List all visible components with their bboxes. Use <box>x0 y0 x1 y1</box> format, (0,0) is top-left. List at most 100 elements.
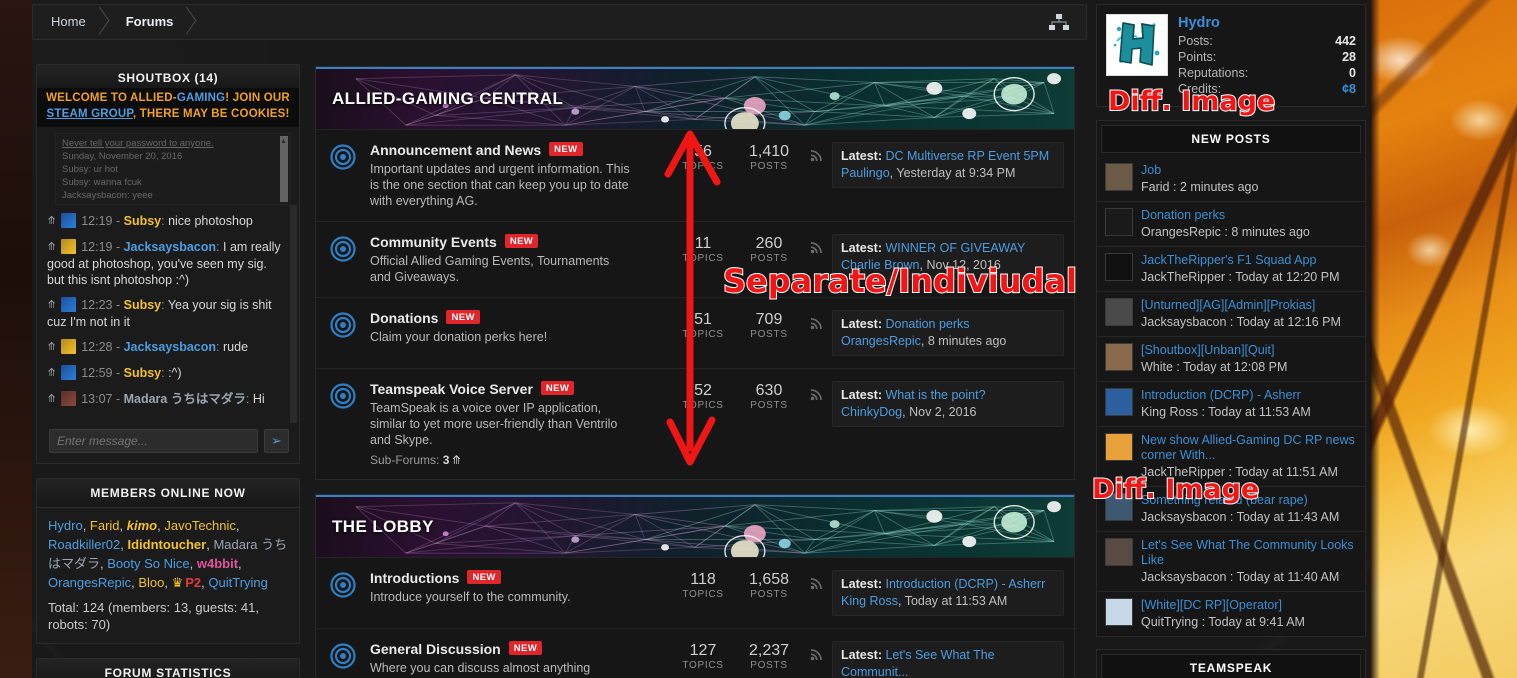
member-online-link[interactable]: Roadkiller02 <box>48 537 120 552</box>
shoutbox-username[interactable]: Subsy <box>124 298 162 312</box>
chevron-down-icon[interactable]: ⤊ <box>47 365 56 381</box>
forum-row[interactable]: IntroductionsNEWIntroduce yourself to th… <box>316 557 1074 628</box>
forum-row[interactable]: General DiscussionNEWWhere you can discu… <box>316 628 1074 678</box>
member-online-link[interactable]: JavoTechnic <box>164 518 236 533</box>
new-post-title-link[interactable]: Donation perks <box>1141 208 1357 223</box>
new-post-item[interactable]: [Shoutbox][Unban][Quit]White : Today at … <box>1097 336 1365 381</box>
forum-rss-button[interactable] <box>802 310 832 333</box>
member-online-link[interactable]: Ididntoucher <box>128 537 207 552</box>
member-online-link[interactable]: Booty So Nice <box>107 556 189 571</box>
new-post-item[interactable]: Donation perksOrangesRepic : 8 minutes a… <box>1097 201 1365 246</box>
profile-credits-value[interactable]: ¢8 <box>1342 81 1356 97</box>
new-post-item[interactable]: Let's See What The Community Looks LikeJ… <box>1097 531 1365 591</box>
latest-thread-link[interactable]: DC Multiverse RP Event 5PM <box>885 149 1049 163</box>
member-online-link[interactable]: OrangesRepic <box>48 575 131 590</box>
new-post-avatar[interactable] <box>1105 208 1133 236</box>
forum-rss-button[interactable] <box>802 381 832 404</box>
sitemap-icon[interactable] <box>1048 13 1070 33</box>
shoutbox-avatar[interactable] <box>61 213 76 228</box>
new-post-avatar[interactable] <box>1105 493 1133 521</box>
shoutbox-username[interactable]: Subsy <box>124 214 162 228</box>
latest-thread-link[interactable]: Donation perks <box>885 317 969 331</box>
member-online-link[interactable]: QuitTrying <box>208 575 267 590</box>
forum-title-link[interactable]: General Discussion <box>370 641 501 657</box>
new-post-avatar[interactable] <box>1105 343 1133 371</box>
shoutbox-avatar[interactable] <box>61 365 76 380</box>
shoutbox-username[interactable]: Madara うちはマダラ <box>124 392 246 406</box>
new-post-item[interactable]: JobFarid : 2 minutes ago <box>1097 157 1365 201</box>
chevron-down-icon[interactable]: ⤊ <box>47 239 56 255</box>
latest-thread-link[interactable]: What is the point? <box>885 388 985 402</box>
shoutbox-avatar[interactable] <box>61 239 76 254</box>
forum-title-link[interactable]: Introductions <box>370 570 459 586</box>
forum-row[interactable]: DonationsNEWClaim your donation perks he… <box>316 297 1074 368</box>
forum-subforums[interactable]: Sub-Forums: 3⤊ <box>370 453 664 467</box>
latest-author-link[interactable]: Charlie Brown <box>841 258 920 272</box>
latest-thread-link[interactable]: WINNER OF GIVEAWAY <box>885 241 1025 255</box>
shoutbox-avatar[interactable] <box>61 297 76 312</box>
new-post-title-link[interactable]: [Shoutbox][Unban][Quit] <box>1141 343 1357 358</box>
latest-author-link[interactable]: Paulingo <box>841 166 890 180</box>
chevron-down-icon[interactable]: ⤊ <box>451 453 461 467</box>
nav-item-home[interactable]: Home <box>33 5 108 39</box>
forum-title-link[interactable]: Announcement and News <box>370 142 541 158</box>
chevron-down-icon[interactable]: ⤊ <box>47 213 56 229</box>
chevron-down-icon[interactable]: ⤊ <box>47 339 56 355</box>
latest-thread-link[interactable]: Introduction (DCRP) - Asherr <box>885 577 1045 591</box>
new-post-title-link[interactable]: Introduction (DCRP) - Asherr <box>1141 388 1357 403</box>
forum-row[interactable]: Announcement and NewsNEWImportant update… <box>316 129 1074 221</box>
latest-author-link[interactable]: OrangesRepic <box>841 334 921 348</box>
latest-author-link[interactable]: ChinkyDog <box>841 405 902 419</box>
new-post-title-link[interactable]: [Unturned][AG][Admin][Prokias] <box>1141 298 1357 313</box>
new-post-item[interactable]: Something related (bear rape)Jacksaysbac… <box>1097 486 1365 531</box>
shoutbox-message-input[interactable] <box>49 429 258 453</box>
forum-rss-button[interactable] <box>802 234 832 257</box>
forum-title-link[interactable]: Community Events <box>370 234 497 250</box>
new-post-avatar[interactable] <box>1105 163 1133 191</box>
shoutbox-avatar[interactable] <box>61 391 76 406</box>
shoutbox-send-button[interactable]: ➢ <box>264 429 289 453</box>
member-online-link[interactable]: Hydro <box>48 518 83 533</box>
shoutbox-username[interactable]: Jacksaysbacon <box>124 340 216 354</box>
new-post-title-link[interactable]: Let's See What The Community Looks Like <box>1141 538 1357 568</box>
new-post-item[interactable]: Introduction (DCRP) - AsherrKing Ross : … <box>1097 381 1365 426</box>
new-post-avatar[interactable] <box>1105 388 1133 416</box>
new-post-avatar[interactable] <box>1105 253 1133 281</box>
shoutbox-username[interactable]: Subsy <box>124 366 162 380</box>
chevron-down-icon[interactable]: ⤊ <box>47 391 56 407</box>
member-online-link[interactable]: Farid <box>90 518 120 533</box>
shoutbox-username[interactable]: Jacksaysbacon <box>124 240 216 254</box>
new-post-title-link[interactable]: [White][DC RP][Operator] <box>1141 598 1357 613</box>
shoutbox-scrollbar[interactable] <box>290 205 297 423</box>
avatar[interactable] <box>1106 14 1168 76</box>
forum-rss-button[interactable] <box>802 142 832 165</box>
new-post-title-link[interactable]: Something related (bear rape) <box>1141 493 1357 508</box>
new-post-avatar[interactable] <box>1105 538 1133 566</box>
member-online-link[interactable]: kimo <box>127 518 157 533</box>
new-post-title-link[interactable]: Job <box>1141 163 1357 178</box>
new-post-item[interactable]: New show Allied-Gaming DC RP news corner… <box>1097 426 1365 486</box>
member-online-link[interactable]: P2 <box>185 575 201 590</box>
chevron-down-icon[interactable]: ⤊ <box>47 297 56 313</box>
new-post-item[interactable]: [White][DC RP][Operator]QuitTrying : Tod… <box>1097 591 1365 636</box>
nav-item-forums[interactable]: Forums <box>108 5 196 39</box>
profile-username[interactable]: Hydro <box>1178 15 1356 31</box>
new-post-avatar[interactable] <box>1105 433 1133 461</box>
forum-row[interactable]: Community EventsNEWOfficial Allied Gamin… <box>316 221 1074 297</box>
member-online-link[interactable]: Bloo <box>138 575 164 590</box>
new-post-item[interactable]: [Unturned][AG][Admin][Prokias]Jacksaysba… <box>1097 291 1365 336</box>
forum-title-link[interactable]: Teamspeak Voice Server <box>370 381 533 397</box>
latest-author-link[interactable]: King Ross <box>841 594 898 608</box>
steam-group-link[interactable]: STEAM GROUP <box>46 108 132 120</box>
forum-title-link[interactable]: Donations <box>370 310 438 326</box>
new-post-avatar[interactable] <box>1105 598 1133 626</box>
member-online-link[interactable]: w4bbit <box>197 556 238 571</box>
new-post-avatar[interactable] <box>1105 298 1133 326</box>
shoutbox-avatar[interactable] <box>61 339 76 354</box>
new-post-title-link[interactable]: New show Allied-Gaming DC RP news corner… <box>1141 433 1357 463</box>
forum-row[interactable]: Teamspeak Voice ServerNEWTeamSpeak is a … <box>316 368 1074 479</box>
new-post-title-link[interactable]: JackTheRipper's F1 Squad App <box>1141 253 1357 268</box>
forum-rss-button[interactable] <box>802 641 832 664</box>
new-post-item[interactable]: JackTheRipper's F1 Squad AppJackTheRippe… <box>1097 246 1365 291</box>
forum-rss-button[interactable] <box>802 570 832 593</box>
